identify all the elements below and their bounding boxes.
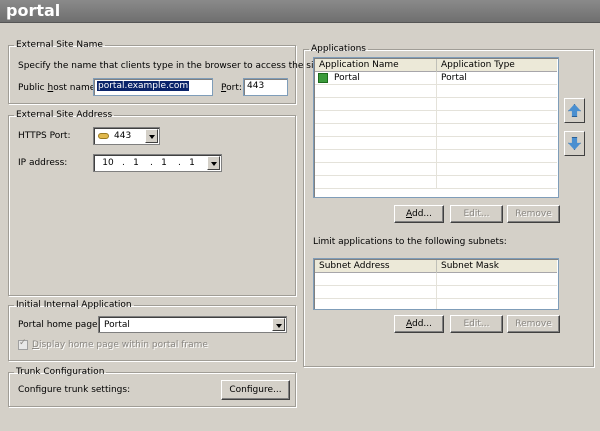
remove-subnet-button[interactable]: Remove (507, 315, 560, 333)
chevron-down-icon[interactable] (272, 318, 285, 331)
ip-octet-3[interactable]: 1 (154, 158, 174, 168)
ip-dot: . (122, 158, 125, 168)
ip-address-label: IP address: (18, 158, 68, 168)
move-down-button[interactable] (564, 131, 585, 156)
checkmark-icon: ✓ (19, 338, 27, 348)
window-title: portal (6, 1, 61, 20)
port-input[interactable]: 443 (243, 78, 288, 96)
public-host-name-input[interactable]: portal.example.com (93, 78, 213, 96)
application-name-cell: Portal (334, 73, 360, 83)
port-value: 443 (247, 81, 265, 91)
display-in-frame-label: Display home page within portal frame (32, 340, 208, 350)
edit-application-button[interactable]: Edit... (450, 205, 503, 223)
https-port-select[interactable]: 443 (93, 127, 160, 145)
applications-table-header: Application Name Application Type (315, 59, 557, 72)
public-host-name-label: Public host name: (18, 83, 99, 93)
https-port-label: HTTPS Port: (18, 131, 71, 141)
ip-dot: . (178, 158, 181, 168)
column-header-application-name[interactable]: Application Name (315, 59, 437, 72)
edit-subnet-button[interactable]: Edit... (450, 315, 503, 333)
initial-internal-application-legend: Initial Internal Application (16, 300, 132, 310)
move-up-button[interactable] (564, 98, 585, 123)
ip-address-select[interactable]: 10 . 1 . 1 . 1 (93, 154, 222, 172)
table-row (315, 137, 557, 150)
ip-dot: . (150, 158, 153, 168)
port-label: Port: (221, 83, 242, 93)
arrow-up-icon (568, 104, 581, 117)
add-application-button[interactable]: Add... (394, 205, 444, 223)
chevron-down-icon[interactable] (145, 129, 158, 143)
applications-table[interactable]: Application Name Application Type Portal… (313, 57, 559, 198)
title-bar: portal (0, 0, 600, 23)
table-row (315, 111, 557, 124)
column-header-subnet-mask[interactable]: Subnet Mask (437, 260, 558, 273)
ip-octet-2[interactable]: 1 (126, 158, 146, 168)
portal-home-page-label: Portal home page: (18, 320, 101, 330)
applications-legend: Applications (311, 44, 366, 54)
application-type-cell: Portal (441, 73, 467, 83)
column-header-application-type[interactable]: Application Type (437, 59, 558, 72)
table-row (315, 286, 557, 299)
table-row (315, 124, 557, 137)
table-row (315, 176, 557, 189)
portal-app-icon (318, 73, 328, 83)
table-row[interactable]: Portal Portal (315, 72, 557, 85)
configure-button[interactable]: Configure... (221, 380, 290, 400)
chevron-down-icon[interactable] (207, 156, 220, 170)
arrow-down-icon (568, 137, 581, 150)
column-header-subnet-address[interactable]: Subnet Address (315, 260, 437, 273)
trunk-configuration-legend: Trunk Configuration (16, 367, 105, 377)
portal-home-page-value: Portal (104, 320, 130, 330)
table-row (315, 163, 557, 176)
port-tag-icon (98, 133, 109, 139)
display-in-frame-checkbox[interactable]: ✓ (18, 338, 28, 350)
ip-octet-4[interactable]: 1 (182, 158, 202, 168)
portal-home-page-select[interactable]: Portal (98, 316, 287, 333)
https-port-value: 443 (114, 131, 132, 141)
subnets-table-header: Subnet Address Subnet Mask (315, 260, 557, 273)
table-row (315, 299, 557, 309)
table-row (315, 85, 557, 98)
external-site-name-legend: External Site Name (16, 40, 103, 50)
table-row (315, 273, 557, 286)
trunk-settings-label: Configure trunk settings: (18, 385, 131, 395)
public-host-name-value: portal.example.com (97, 81, 190, 91)
add-subnet-button[interactable]: Add... (394, 315, 444, 333)
ip-octet-1[interactable]: 10 (98, 158, 118, 168)
site-name-description: Specify the name that clients type in th… (18, 61, 326, 71)
table-row (315, 98, 557, 111)
external-site-address-legend: External Site Address (16, 110, 113, 120)
table-row (315, 150, 557, 163)
subnets-table[interactable]: Subnet Address Subnet Mask (313, 258, 559, 310)
limit-subnets-label: Limit applications to the following subn… (313, 237, 507, 247)
remove-application-button[interactable]: Remove (507, 205, 560, 223)
